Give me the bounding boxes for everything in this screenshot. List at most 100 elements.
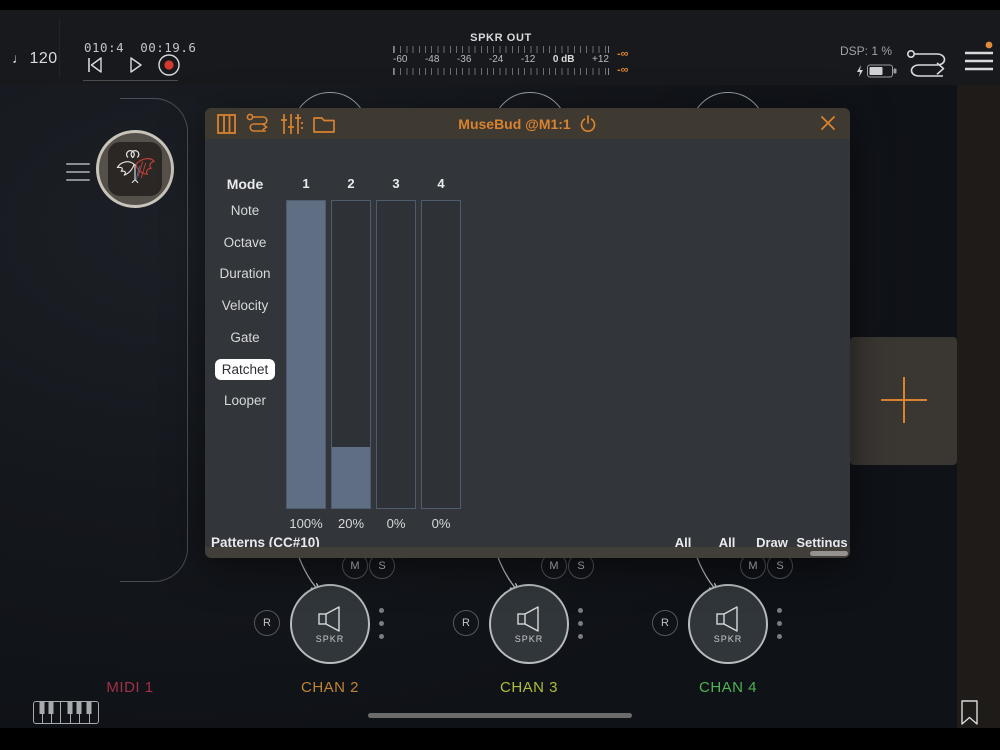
speaker-caption: SPKR	[713, 633, 743, 644]
canvas-right-panel	[957, 85, 1000, 728]
app-stage: ♩ 120 010:4 00:19.6 SPKR OUT -60 -48 -36…	[0, 0, 1000, 750]
channel-options-dots[interactable]	[777, 600, 782, 647]
mixer-view-icon[interactable]	[281, 113, 303, 134]
mode-item-label: Velocity	[221, 298, 269, 314]
mute-label: M	[748, 560, 758, 572]
record-button[interactable]	[156, 52, 182, 78]
mode-item-gate[interactable]: Gate	[207, 330, 283, 345]
mute-label: M	[350, 560, 360, 572]
rewind-button[interactable]	[82, 52, 108, 78]
peak-value-top[interactable]: -∞	[617, 49, 629, 60]
mode-item-label: Note	[230, 203, 260, 218]
step-column-header: 3	[392, 176, 400, 191]
mode-item-looper[interactable]: Looper	[207, 393, 283, 408]
tick-label: -48	[424, 54, 440, 65]
mode-item-ratchet[interactable]: Ratchet	[207, 358, 283, 380]
solo-label: S	[776, 560, 784, 572]
skip-to-start-icon	[88, 57, 102, 73]
step-value-label: 20%	[337, 516, 365, 531]
peak-value-bottom[interactable]: -∞	[617, 65, 629, 76]
step-slider-4[interactable]	[421, 200, 461, 509]
mode-item-label: Octave	[223, 234, 267, 250]
mode-item-label: Looper	[223, 393, 267, 409]
record-icon	[158, 54, 180, 76]
mode-item-note[interactable]: Note	[207, 203, 283, 218]
mode-item-velocity[interactable]: Velocity	[207, 298, 283, 313]
main-menu-button[interactable]	[963, 40, 995, 76]
tick-label: -60	[393, 54, 408, 65]
resize-handle[interactable]	[810, 551, 848, 556]
step-slider-1[interactable]	[286, 200, 326, 509]
keyboard-toggle-button[interactable]	[33, 701, 99, 724]
dsp-load-readout: DSP: 1 %	[839, 44, 893, 58]
channel-options-dots[interactable]	[379, 600, 384, 647]
mode-item-octave[interactable]: Octave	[207, 235, 283, 250]
output-level-meter[interactable]: SPKR OUT -60 -48 -36 -24 -12 0 dB +12	[393, 32, 609, 76]
record-arm-button[interactable]: R	[453, 610, 479, 636]
channel-label[interactable]: MIDI 1	[70, 679, 190, 696]
speaker-icon	[318, 605, 340, 632]
play-button[interactable]	[122, 52, 148, 78]
solo-label: S	[378, 560, 386, 572]
add-channel-button[interactable]	[850, 337, 957, 465]
step-column-header: 4	[437, 176, 445, 191]
rec-label: R	[462, 617, 470, 629]
bookmark-button[interactable]	[961, 700, 978, 725]
step-value-label: 100%	[289, 516, 323, 531]
channel-label[interactable]: CHAN 2	[270, 679, 390, 696]
step-slider-3[interactable]	[376, 200, 416, 509]
tempo-display[interactable]: ♩ 120	[12, 50, 58, 68]
plugin-body: Mode Note Octave Duration Velocity Gate Ratch…	[205, 139, 850, 558]
speaker-node[interactable]: SPKR	[489, 584, 569, 664]
folder-icon[interactable]	[313, 115, 335, 133]
channel-menu-handle[interactable]	[66, 157, 90, 187]
mode-item-duration[interactable]: Duration	[207, 266, 283, 281]
hamburger-menu-icon	[965, 41, 993, 71]
record-arm-button[interactable]: R	[652, 610, 678, 636]
speaker-node[interactable]: SPKR	[290, 584, 370, 664]
step-slider-2[interactable]	[331, 200, 371, 509]
speaker-caption: SPKR	[315, 633, 345, 644]
routing-icon	[906, 49, 946, 77]
close-button[interactable]	[818, 113, 838, 133]
tempo-value: 120	[29, 50, 58, 67]
rec-label: R	[661, 617, 669, 629]
plugin-title[interactable]: MuseBud @M1:1	[458, 116, 570, 132]
plugin-window-header[interactable]: MuseBud @M1:1	[205, 108, 850, 139]
channel-options-dots[interactable]	[578, 600, 583, 647]
keyboard-view-icon[interactable]	[217, 113, 236, 134]
quarter-note-icon: ♩	[12, 50, 27, 66]
speaker-icon	[716, 605, 738, 632]
battery-indicator	[856, 64, 902, 78]
step-slider-fill	[287, 201, 325, 508]
play-icon	[130, 57, 142, 73]
channel-label[interactable]: CHAN 3	[469, 679, 589, 696]
speaker-node[interactable]: SPKR	[688, 584, 768, 664]
bookmark-icon	[961, 700, 978, 725]
horizontal-scrollbar[interactable]	[368, 713, 632, 718]
mute-label: M	[549, 560, 559, 572]
meter-title: SPKR OUT	[470, 32, 532, 44]
step-column-header: 2	[347, 176, 355, 191]
tick-label: -12	[520, 54, 536, 65]
tick-label: 0 dB	[552, 54, 575, 65]
power-button[interactable]	[579, 114, 597, 133]
musebud-node[interactable]	[96, 130, 174, 208]
piano-keyboard-icon	[33, 701, 99, 724]
rec-label: R	[263, 617, 271, 629]
battery-icon	[867, 64, 897, 78]
charging-bolt-icon	[857, 65, 863, 77]
signal-flow-button[interactable]	[905, 48, 953, 82]
plus-icon	[903, 377, 905, 423]
close-x-icon	[821, 116, 835, 130]
transport-underline	[83, 80, 178, 81]
step-slider-fill	[332, 446, 370, 508]
mode-item-label: Gate	[230, 329, 260, 345]
record-arm-button[interactable]: R	[254, 610, 280, 636]
step-column-header: 1	[302, 176, 310, 191]
plugin-window: MuseBud @M1:1 Mode Note Octave Duration Vel…	[205, 108, 850, 558]
speaker-caption: SPKR	[514, 633, 544, 644]
routing-view-icon[interactable]	[246, 113, 271, 134]
channel-label[interactable]: CHAN 4	[668, 679, 788, 696]
mode-item-label: Ratchet	[214, 358, 276, 380]
